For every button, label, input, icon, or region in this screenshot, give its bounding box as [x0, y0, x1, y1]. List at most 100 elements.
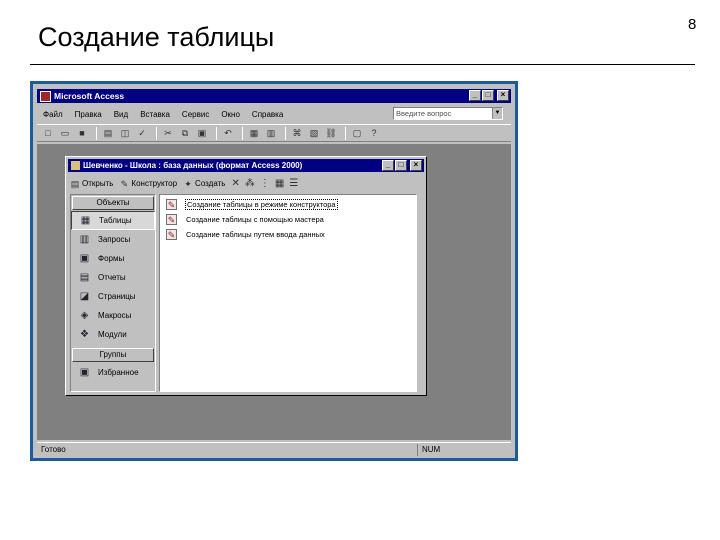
access-window: Microsoft Access _ □ × Файл Правка Вид В… [30, 81, 518, 461]
relationships-icon[interactable]: ⛓ [324, 127, 338, 140]
group-label: Избранное [98, 368, 139, 377]
db-title-bar[interactable]: Шевченко - Школа : база данных (формат A… [68, 159, 424, 172]
db-window-buttons: _ □ × [382, 160, 422, 171]
object-label: Модули [98, 330, 127, 339]
code-icon[interactable]: ⌘ [290, 127, 304, 140]
groups-header[interactable]: Группы [72, 348, 154, 362]
module-icon: ❖ [80, 329, 89, 340]
properties-icon[interactable]: ▧ [307, 127, 321, 140]
object-label: Макросы [98, 311, 132, 320]
app-title-bar[interactable]: Microsoft Access _ □ × [37, 89, 511, 103]
toolbar-separator [285, 126, 286, 140]
toolbar-separator [216, 126, 217, 140]
open-label: Открыть [82, 179, 114, 188]
status-text: Готово [41, 445, 66, 454]
list-view-icon[interactable]: ▦ [275, 178, 284, 189]
object-macros[interactable]: ◈ Макросы [71, 306, 155, 325]
open-folder-icon[interactable]: ▭ [58, 127, 72, 140]
object-label: Формы [98, 254, 125, 263]
objects-bar: Объекты ▦ Таблицы ▥ Запросы ▣ Формы ▤ От… [70, 194, 156, 392]
report-icon: ▤ [79, 272, 90, 283]
slide-page-number: 8 [688, 16, 697, 33]
create-button[interactable]: ✦ Создать [183, 179, 225, 189]
details-view-icon[interactable]: ☰ [289, 178, 298, 189]
title-divider [30, 64, 695, 65]
open-button[interactable]: ▤ Открыть [70, 178, 114, 189]
help-question-box[interactable]: Введите вопрос ▼ [393, 107, 503, 120]
copy-icon[interactable]: ⧉ [178, 127, 192, 140]
analyze-icon[interactable]: ▥ [264, 127, 278, 140]
save-icon[interactable]: ■ [75, 127, 89, 140]
object-tables[interactable]: ▦ Таблицы [71, 211, 155, 230]
menu-help[interactable]: Справка [246, 110, 289, 119]
workspace: Шевченко - Школа : база данных (формат A… [37, 144, 511, 440]
menu-view[interactable]: Вид [108, 110, 134, 119]
object-forms[interactable]: ▣ Формы [71, 249, 155, 268]
create-label: Создать [195, 179, 226, 188]
chevron-down-icon[interactable]: ▼ [492, 108, 502, 119]
menu-tools[interactable]: Сервис [176, 110, 215, 119]
new-file-icon[interactable]: □ [41, 127, 55, 140]
object-label: Запросы [98, 235, 131, 244]
menu-bar: Файл Правка Вид Вставка Сервис Окно Спра… [37, 106, 511, 122]
objects-header[interactable]: Объекты [72, 196, 154, 210]
wizard-icon: ✎ [166, 199, 177, 210]
print-preview-icon[interactable]: ◫ [118, 127, 132, 140]
group-favorites[interactable]: ▣ Избранное [71, 363, 155, 382]
db-toolbar: ▤ Открыть ✎ Конструктор ✦ Создать ✕ ⁂ ⋮ … [70, 176, 424, 191]
list-item[interactable]: ✎ Создание таблицы с помощью мастера [160, 212, 416, 227]
toolbar-separator [345, 126, 346, 140]
design-icon: ✎ [120, 178, 129, 189]
object-modules[interactable]: ❖ Модули [71, 325, 155, 344]
main-toolbar: □ ▭ ■ ▤ ◫ ✓ ✂ ⧉ ▣ ↶ ▦ ▥ ⌘ ▧ ⛓ ▢ ? [37, 124, 511, 142]
spelling-icon[interactable]: ✓ [135, 127, 149, 140]
create-icon: ✦ [184, 178, 192, 189]
undo-icon[interactable]: ↶ [221, 127, 235, 140]
maximize-icon[interactable]: □ [395, 160, 407, 171]
objects-gap [71, 344, 155, 347]
list-item[interactable]: ✎ Создание таблицы путем ввода данных [160, 227, 416, 242]
menu-file[interactable]: Файл [37, 110, 69, 119]
minimize-icon[interactable]: _ [382, 160, 394, 171]
close-icon[interactable]: × [497, 90, 509, 101]
design-label: Конструктор [131, 179, 178, 188]
access-key-icon [40, 90, 51, 102]
minimize-icon[interactable]: _ [469, 90, 481, 101]
help-icon[interactable]: ? [367, 127, 381, 140]
object-pages[interactable]: ◪ Страницы [71, 287, 155, 306]
new-object-icon[interactable]: ▢ [350, 127, 364, 140]
print-icon[interactable]: ▤ [101, 127, 115, 140]
menu-insert[interactable]: Вставка [134, 110, 176, 119]
db-title: Шевченко - Школа : база данных (формат A… [83, 161, 303, 170]
menu-window[interactable]: Окно [215, 110, 246, 119]
cut-icon[interactable]: ✂ [161, 127, 175, 140]
num-lock-indicator: NUM [417, 443, 440, 456]
macro-icon: ◈ [80, 310, 89, 321]
app-title: Microsoft Access [54, 91, 125, 101]
list-item-label: Создание таблицы путем ввода данных [186, 230, 325, 239]
maximize-icon[interactable]: □ [482, 90, 494, 101]
object-label: Страницы [98, 292, 136, 301]
list-item[interactable]: ✎ Создание таблицы в режиме конструктора [160, 197, 416, 212]
object-label: Таблицы [99, 216, 132, 225]
open-icon: ▤ [70, 178, 80, 189]
delete-icon[interactable]: ✕ [231, 178, 239, 189]
page-icon: ◪ [79, 291, 90, 302]
small-icons-icon[interactable]: ⋮ [260, 178, 270, 189]
design-button[interactable]: ✎ Конструктор [119, 179, 177, 189]
paste-icon[interactable]: ▣ [195, 127, 209, 140]
list-item-label: Создание таблицы в режиме конструктора [185, 199, 338, 210]
menu-edit[interactable]: Правка [69, 110, 108, 119]
toolbar-separator [156, 126, 157, 140]
slide-title: Создание таблицы [38, 22, 275, 52]
close-icon[interactable]: × [410, 160, 422, 171]
window-buttons: _ □ × [469, 90, 509, 101]
form-icon: ▣ [79, 253, 90, 264]
office-links-icon[interactable]: ▦ [247, 127, 261, 140]
object-reports[interactable]: ▤ Отчеты [71, 268, 155, 287]
toolbar-separator [242, 126, 243, 140]
status-bar: Готово NUM [37, 442, 511, 456]
large-icons-icon[interactable]: ⁂ [245, 178, 255, 189]
database-window: Шевченко - Школа : база данных (формат A… [65, 156, 427, 396]
object-queries[interactable]: ▥ Запросы [71, 230, 155, 249]
